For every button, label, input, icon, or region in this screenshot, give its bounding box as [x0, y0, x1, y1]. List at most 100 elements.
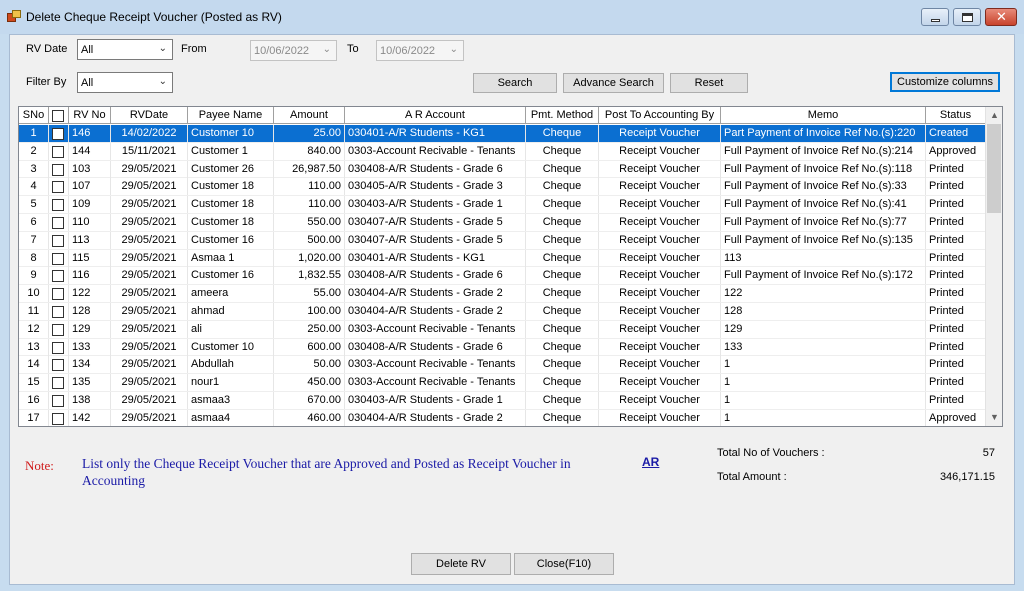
cell-rv-no[interactable]: 109: [69, 196, 111, 214]
cell-memo[interactable]: 1: [721, 392, 926, 409]
column-header-ar-account[interactable]: A R Account: [345, 107, 526, 124]
from-date-picker[interactable]: 10/06/2022 ⌄: [250, 40, 337, 61]
cell-memo[interactable]: 113: [721, 249, 926, 267]
cell-rv-date[interactable]: 29/05/2021: [111, 285, 188, 303]
cell-payee-name[interactable]: asmaa4: [188, 409, 274, 426]
row-select-checkbox[interactable]: [52, 181, 64, 194]
cell-ar-account[interactable]: 0303-Account Recivable - Tenants: [345, 320, 526, 338]
cell-status[interactable]: Printed: [926, 196, 986, 214]
cell-select[interactable]: [49, 356, 69, 374]
cell-amount[interactable]: 25.00: [274, 125, 345, 142]
cell-sno[interactable]: 4: [19, 178, 49, 196]
cell-select[interactable]: [49, 409, 69, 426]
cell-status[interactable]: Approved: [926, 409, 986, 426]
row-select-checkbox[interactable]: [52, 323, 64, 336]
table-row[interactable]: 15 135 29/05/2021 nour1 450.00 0303-Account R…: [19, 374, 986, 392]
cell-memo[interactable]: 1: [721, 356, 926, 374]
cell-amount[interactable]: 670.00: [274, 392, 345, 409]
cell-pmt-method[interactable]: Cheque: [526, 178, 599, 196]
cell-post-to-accounting[interactable]: Receipt Voucher: [599, 160, 721, 178]
cell-ar-account[interactable]: 030404-A/R Students - Grade 2: [345, 285, 526, 303]
cell-ar-account[interactable]: 0303-Account Recivable - Tenants: [345, 374, 526, 392]
cell-post-to-accounting[interactable]: Receipt Voucher: [599, 320, 721, 338]
row-select-checkbox[interactable]: [52, 288, 64, 301]
cell-pmt-method[interactable]: Cheque: [526, 142, 599, 160]
cell-select[interactable]: [49, 142, 69, 160]
column-header-rv-date[interactable]: RVDate: [111, 107, 188, 124]
cell-select[interactable]: [49, 160, 69, 178]
cell-status[interactable]: Approved: [926, 142, 986, 160]
column-header-post-to-accounting[interactable]: Post To Accounting By: [599, 107, 721, 124]
cell-payee-name[interactable]: ameera: [188, 285, 274, 303]
cell-payee-name[interactable]: Customer 16: [188, 231, 274, 249]
cell-memo[interactable]: 129: [721, 320, 926, 338]
cell-payee-name[interactable]: Customer 18: [188, 214, 274, 231]
cell-rv-no[interactable]: 103: [69, 160, 111, 178]
cell-sno[interactable]: 9: [19, 267, 49, 285]
scroll-up-arrow-icon[interactable]: ▲: [986, 107, 1002, 124]
cell-ar-account[interactable]: 030401-A/R Students - KG1: [345, 249, 526, 267]
cell-sno[interactable]: 16: [19, 392, 49, 409]
reset-button[interactable]: Reset: [670, 73, 748, 93]
cell-ar-account[interactable]: 030408-A/R Students - Grade 6: [345, 160, 526, 178]
cell-status[interactable]: Printed: [926, 392, 986, 409]
cell-rv-no[interactable]: 122: [69, 285, 111, 303]
cell-rv-no[interactable]: 116: [69, 267, 111, 285]
table-row[interactable]: 17 142 29/05/2021 asmaa4 460.00 030404-A/R St…: [19, 409, 986, 426]
row-select-checkbox[interactable]: [52, 395, 64, 407]
cell-rv-no[interactable]: 128: [69, 303, 111, 320]
close-button[interactable]: Close(F10): [514, 553, 614, 575]
cell-amount[interactable]: 840.00: [274, 142, 345, 160]
cell-payee-name[interactable]: Customer 18: [188, 196, 274, 214]
cell-memo[interactable]: Part Payment of Invoice Ref No.(s):220: [721, 125, 926, 142]
table-row[interactable]: 16 138 29/05/2021 asmaa3 670.00 030403-A/R St…: [19, 392, 986, 410]
cell-ar-account[interactable]: 0303-Account Recivable - Tenants: [345, 356, 526, 374]
row-select-checkbox[interactable]: [52, 252, 64, 265]
cell-amount[interactable]: 600.00: [274, 338, 345, 356]
close-window-button[interactable]: ✕: [985, 8, 1017, 26]
cell-rv-no[interactable]: 142: [69, 409, 111, 426]
cell-sno[interactable]: 1: [19, 125, 49, 142]
row-select-checkbox[interactable]: [52, 412, 64, 425]
cell-sno[interactable]: 2: [19, 142, 49, 160]
cell-select[interactable]: [49, 125, 69, 142]
cell-ar-account[interactable]: 030403-A/R Students - Grade 1: [345, 196, 526, 214]
maximize-button[interactable]: [953, 8, 981, 26]
cell-rv-date[interactable]: 29/05/2021: [111, 196, 188, 214]
cell-sno[interactable]: 17: [19, 409, 49, 426]
ar-link[interactable]: AR: [642, 455, 659, 469]
cell-amount[interactable]: 1,020.00: [274, 249, 345, 267]
cell-rv-no[interactable]: 133: [69, 338, 111, 356]
cell-amount[interactable]: 55.00: [274, 285, 345, 303]
cell-status[interactable]: Printed: [926, 160, 986, 178]
cell-amount[interactable]: 550.00: [274, 214, 345, 231]
cell-rv-no[interactable]: 134: [69, 356, 111, 374]
column-header-pmt-method[interactable]: Pmt. Method: [526, 107, 599, 124]
cell-post-to-accounting[interactable]: Receipt Voucher: [599, 125, 721, 142]
cell-ar-account[interactable]: 030404-A/R Students - Grade 2: [345, 409, 526, 426]
cell-rv-date[interactable]: 29/05/2021: [111, 303, 188, 320]
cell-memo[interactable]: Full Payment of Invoice Ref No.(s):214: [721, 142, 926, 160]
cell-rv-no[interactable]: 115: [69, 249, 111, 267]
row-select-checkbox[interactable]: [52, 377, 64, 390]
cell-status[interactable]: Printed: [926, 374, 986, 392]
cell-memo[interactable]: Full Payment of Invoice Ref No.(s):41: [721, 196, 926, 214]
table-row[interactable]: 3 103 29/05/2021 Customer 26 26,987.50 030408…: [19, 160, 986, 179]
cell-status[interactable]: Printed: [926, 320, 986, 338]
cell-pmt-method[interactable]: Cheque: [526, 338, 599, 356]
cell-amount[interactable]: 100.00: [274, 303, 345, 320]
cell-rv-date[interactable]: 29/05/2021: [111, 338, 188, 356]
search-button[interactable]: Search: [473, 73, 557, 93]
cell-rv-no[interactable]: 138: [69, 392, 111, 409]
cell-rv-date[interactable]: 29/05/2021: [111, 409, 188, 426]
cell-memo[interactable]: Full Payment of Invoice Ref No.(s):118: [721, 160, 926, 178]
cell-select[interactable]: [49, 374, 69, 392]
table-row[interactable]: 2 144 15/11/2021 Customer 1 840.00 0303-Accou…: [19, 142, 986, 161]
cell-memo[interactable]: Full Payment of Invoice Ref No.(s):172: [721, 267, 926, 285]
column-header-payee-name[interactable]: Payee Name: [188, 107, 274, 124]
cell-pmt-method[interactable]: Cheque: [526, 356, 599, 374]
scroll-down-arrow-icon[interactable]: ▼: [986, 409, 1002, 426]
cell-select[interactable]: [49, 303, 69, 320]
row-select-checkbox[interactable]: [52, 163, 64, 176]
cell-select[interactable]: [49, 214, 69, 231]
